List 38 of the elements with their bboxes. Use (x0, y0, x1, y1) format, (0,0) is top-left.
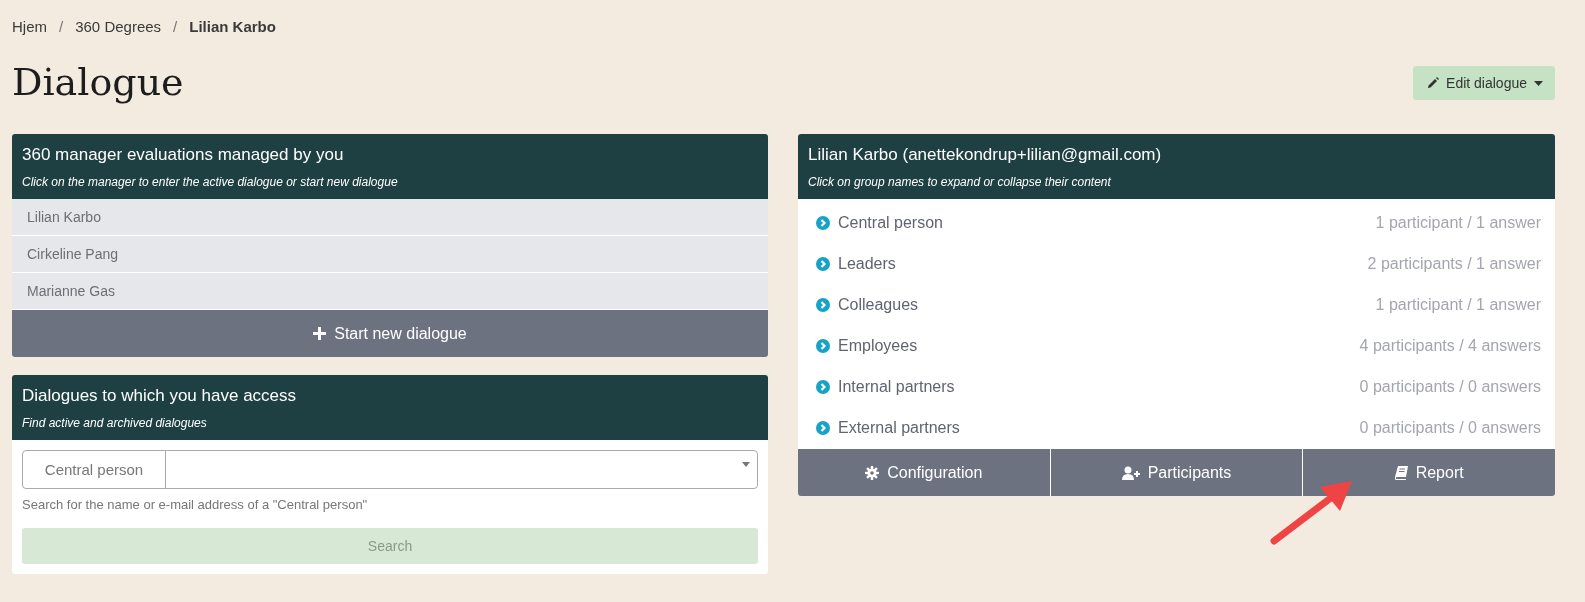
card-title: 360 manager evaluations managed by you (22, 144, 345, 166)
book-icon (1394, 465, 1408, 480)
card-subtitle: Click on group names to expand or collapse their content (808, 175, 1112, 189)
group-toggle[interactable]: Leaders (816, 254, 896, 273)
group-toggle[interactable]: Employees (816, 336, 918, 355)
card-subtitle: Click on the manager to enter the active dialogue or start new dialogue (22, 175, 399, 189)
group-count: 2 participants / 1 answer (1367, 254, 1541, 273)
page-title: Dialogue (12, 60, 184, 104)
group-count: 0 participants / 0 answers (1359, 377, 1541, 396)
breadcrumb-link[interactable]: Hjem (12, 17, 47, 35)
edit-dialogue-button[interactable]: Edit dialogue (1413, 66, 1555, 100)
plus-icon (313, 327, 327, 340)
start-new-dialogue-button[interactable]: Start new dialogue (12, 310, 768, 357)
card-subtitle: Find active and archived dialogues (22, 416, 208, 430)
card-title: Lilian Karbo (anettekondrup+lilian@gmail.com) (808, 144, 1163, 166)
user-plus-icon (1121, 465, 1140, 480)
manager-list-item[interactable]: Marianne Gas (12, 273, 768, 310)
manager-list-item[interactable]: Cirkeline Pang (12, 236, 768, 273)
breadcrumb-link[interactable]: 360 Degrees (75, 17, 162, 35)
group-count: 1 participant / 1 answer (1375, 295, 1541, 314)
group-count: 0 participants / 0 answers (1359, 418, 1541, 437)
breadcrumb-separator: / (173, 17, 178, 35)
group-toggle[interactable]: Internal partners (816, 377, 955, 396)
pencil-icon (1427, 77, 1440, 89)
action-button[interactable]: Participants (1050, 449, 1303, 496)
group-count: 4 participants / 4 answers (1359, 336, 1541, 355)
group-toggle[interactable]: Central person (816, 213, 943, 232)
help-text: Search for the name or e-mail address of a "Central person" (22, 497, 369, 512)
gear-icon (865, 465, 880, 480)
breadcrumb-separator: / (59, 17, 64, 35)
manager-list-item[interactable]: Lilian Karbo (12, 199, 768, 236)
card-title: Dialogues to which you have access (22, 385, 298, 407)
caret-icon (1534, 80, 1543, 86)
group-toggle[interactable]: External partners (816, 418, 960, 437)
action-button[interactable]: Configuration (798, 449, 1050, 496)
action-button[interactable]: Report (1303, 449, 1555, 496)
group-count: 1 participant / 1 answer (1375, 213, 1541, 232)
group-toggle[interactable]: Colleagues (816, 295, 919, 314)
